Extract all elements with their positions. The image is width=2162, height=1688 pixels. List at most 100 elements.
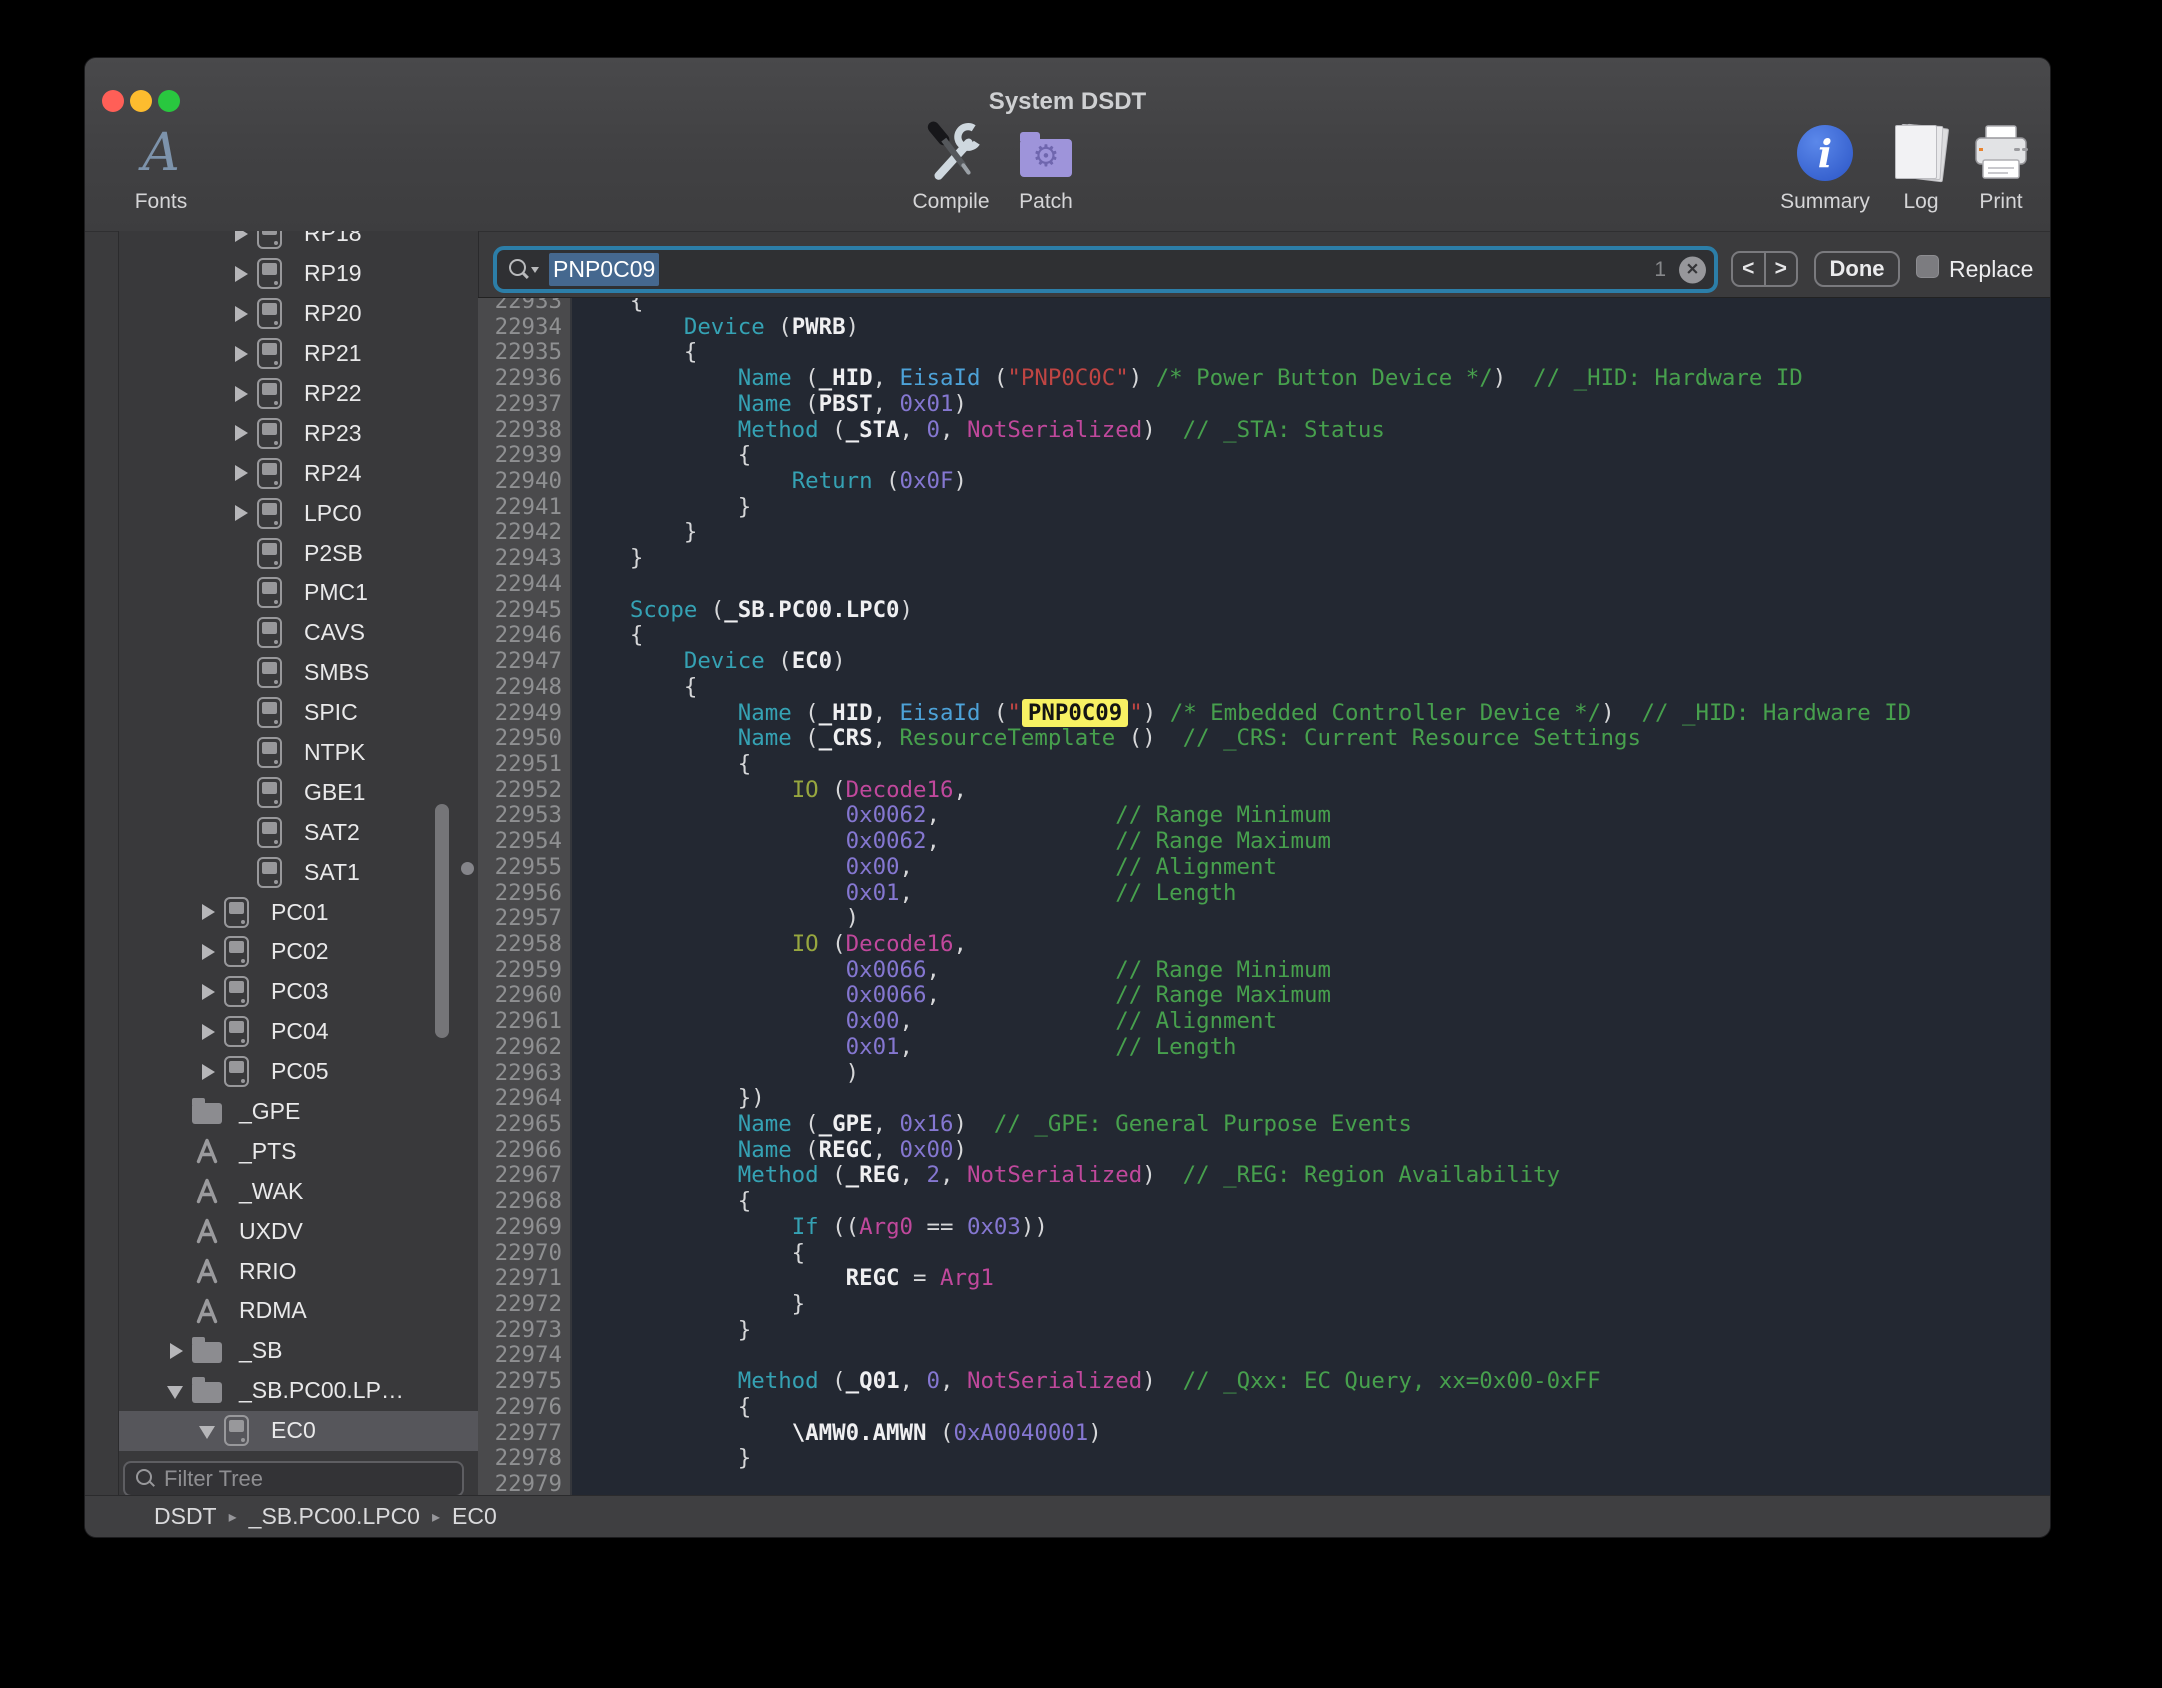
search-icon[interactable] — [507, 258, 541, 282]
code-line: }) — [576, 1086, 2051, 1112]
previous-match-button[interactable]: < — [1733, 253, 1766, 285]
sidebar-item-rp22[interactable]: RP22 — [119, 374, 478, 414]
line-number: 22934 — [478, 315, 562, 341]
line-number: 22972 — [478, 1292, 562, 1318]
code-line: { — [576, 340, 2051, 366]
sidebar-item-uxdv[interactable]: UXDV — [119, 1211, 478, 1251]
sidebar-item-rp24[interactable]: RP24 — [119, 453, 478, 493]
breadcrumb-segment[interactable]: EC0 — [452, 1503, 497, 1530]
filter-tree-input[interactable]: Filter Tree — [123, 1461, 464, 1497]
sidebar-item-label: SAT1 — [304, 859, 360, 886]
sidebar-item-pc03[interactable]: PC03 — [119, 972, 478, 1012]
sidebar-item-sbpc00lp[interactable]: _SB.PC00.LP… — [119, 1371, 478, 1411]
disclosure-triangle-icon[interactable] — [227, 294, 257, 334]
disclosure-triangle-icon — [227, 573, 257, 613]
close-window-button[interactable] — [102, 90, 124, 112]
disclosure-triangle-icon[interactable] — [162, 1331, 192, 1371]
device-icon — [257, 258, 282, 289]
sidebar-item-p2sb[interactable]: P2SB — [119, 533, 478, 573]
device-icon — [257, 657, 282, 688]
disclosure-triangle-icon[interactable] — [194, 1012, 224, 1052]
device-icon — [257, 577, 282, 608]
sidebar-item-pc05[interactable]: PC05 — [119, 1052, 478, 1092]
replace-checkbox[interactable] — [1916, 255, 1939, 278]
print-icon — [1941, 118, 2051, 188]
sidebar-item-label: EC0 — [271, 1417, 316, 1444]
code-line: { — [576, 1189, 2051, 1215]
line-number: 22949 — [478, 701, 562, 727]
sidebar-item-smbs[interactable]: SMBS — [119, 653, 478, 693]
sidebar-item-pc04[interactable]: PC04 — [119, 1012, 478, 1052]
sidebar-item-rp18[interactable]: RP18 — [119, 231, 478, 254]
sidebar-item-spic[interactable]: SPIC — [119, 693, 478, 733]
code-line: Name (_CRS, ResourceTemplate () // _CRS:… — [576, 726, 2051, 752]
sidebar-scrollbar-thumb[interactable] — [435, 804, 449, 1038]
disclosure-triangle-icon[interactable] — [227, 374, 257, 414]
disclosure-triangle-icon[interactable] — [227, 254, 257, 294]
line-number: 22936 — [478, 366, 562, 392]
sidebar-item-rrio[interactable]: RRIO — [119, 1251, 478, 1291]
search-match-highlight: PNP0C09 — [1022, 699, 1128, 727]
disclosure-triangle-icon[interactable] — [162, 1371, 192, 1411]
sidebar-item-rp23[interactable]: RP23 — [119, 413, 478, 453]
splitter-handle-dot[interactable] — [461, 862, 474, 875]
breadcrumb-segment[interactable]: _SB.PC00.LPC0 — [249, 1503, 420, 1530]
disclosure-triangle-icon[interactable] — [194, 932, 224, 972]
disclosure-triangle-icon[interactable] — [194, 1052, 224, 1092]
disclosure-triangle-icon[interactable] — [227, 413, 257, 453]
disclosure-triangle-icon[interactable] — [194, 892, 224, 932]
sidebar-item-ntpk[interactable]: NTPK — [119, 733, 478, 773]
code-editor[interactable]: 2293322934229352293622937229382293922940… — [478, 297, 2051, 1498]
disclosure-triangle-icon[interactable] — [227, 453, 257, 493]
line-number: 22963 — [478, 1061, 562, 1087]
sidebar-item-sb[interactable]: _SB — [119, 1331, 478, 1371]
find-nav-group: < > — [1731, 251, 1798, 287]
disclosure-triangle-icon[interactable] — [227, 231, 257, 254]
code-line: ) — [576, 1061, 2051, 1087]
sidebar-item-pmc1[interactable]: PMC1 — [119, 573, 478, 613]
sidebar-item-rdma[interactable]: RDMA — [119, 1291, 478, 1331]
sidebar-item-rp19[interactable]: RP19 — [119, 254, 478, 294]
match-count: 1 — [1654, 258, 1666, 282]
sidebar-item-label: SPIC — [304, 699, 358, 726]
sidebar-item-pc02[interactable]: PC02 — [119, 932, 478, 972]
code-line: 0x0062, // Range Minimum — [576, 803, 2051, 829]
sidebar-item-sat2[interactable]: SAT2 — [119, 812, 478, 852]
search-input[interactable]: PNP0C09 1 ✕ — [493, 246, 1718, 293]
code-line: } — [576, 1318, 2051, 1344]
sidebar-item-pc01[interactable]: PC01 — [119, 892, 478, 932]
disclosure-triangle-icon — [162, 1131, 192, 1171]
disclosure-triangle-icon[interactable] — [194, 1411, 224, 1451]
sidebar-item-rp20[interactable]: RP20 — [119, 294, 478, 334]
sidebar-item-gbe1[interactable]: GBE1 — [119, 772, 478, 812]
sidebar-item-sat1[interactable]: SAT1 — [119, 852, 478, 892]
toolbar-item-fonts[interactable]: A Fonts — [101, 118, 221, 214]
toolbar-item-patch[interactable]: ⚙ Patch — [986, 118, 1106, 214]
sidebar-item-cavs[interactable]: CAVS — [119, 613, 478, 653]
done-button[interactable]: Done — [1814, 251, 1900, 287]
sidebar-item-wak[interactable]: _WAK — [119, 1171, 478, 1211]
sidebar-item-label: RP18 — [304, 231, 362, 247]
next-match-button[interactable]: > — [1766, 253, 1797, 285]
clear-search-button[interactable]: ✕ — [1679, 256, 1706, 283]
sidebar-item-rp21[interactable]: RP21 — [119, 334, 478, 374]
minimize-window-button[interactable] — [130, 90, 152, 112]
disclosure-triangle-icon[interactable] — [227, 493, 257, 533]
line-number: 22948 — [478, 675, 562, 701]
fonts-icon: A — [142, 127, 180, 179]
disclosure-triangle-icon[interactable] — [194, 972, 224, 1012]
code-line: 0x00, // Alignment — [576, 855, 2051, 881]
device-icon — [257, 538, 282, 569]
sidebar-item-ec0[interactable]: EC0 — [119, 1411, 478, 1451]
toolbar-item-print[interactable]: Print — [1941, 118, 2051, 214]
sidebar-item-gpe[interactable]: _GPE — [119, 1092, 478, 1132]
disclosure-triangle-icon — [162, 1251, 192, 1291]
disclosure-triangle-icon[interactable] — [227, 334, 257, 374]
sidebar-item-lpc0[interactable]: LPC0 — [119, 493, 478, 533]
sidebar-item-label: RP21 — [304, 340, 362, 367]
sidebar-item-pts[interactable]: _PTS — [119, 1131, 478, 1171]
zoom-window-button[interactable] — [158, 90, 180, 112]
code-content: { Device (PWRB) { Name (_HID, EisaId ("P… — [576, 297, 2051, 1498]
line-number: 22974 — [478, 1343, 562, 1369]
breadcrumb-segment[interactable]: DSDT — [154, 1503, 217, 1530]
